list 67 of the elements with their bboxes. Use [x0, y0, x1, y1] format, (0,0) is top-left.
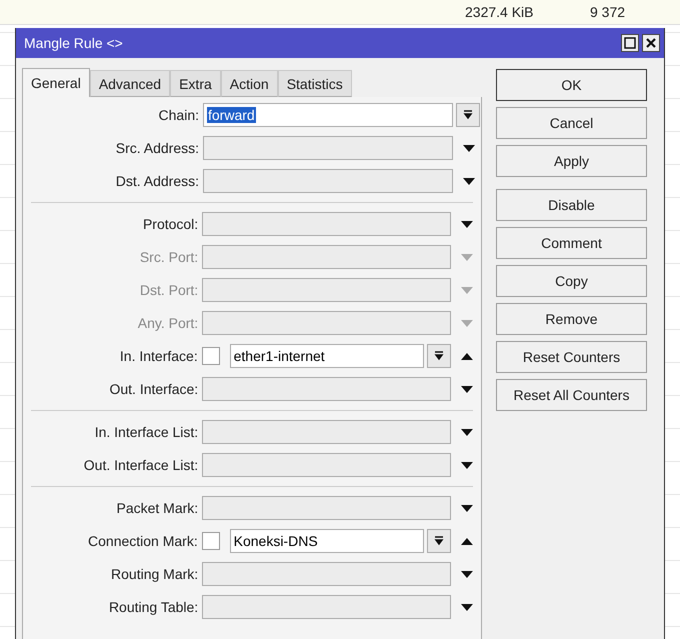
- field-label: In. Interface:: [118, 348, 199, 364]
- field-label: Src. Address:: [114, 140, 200, 156]
- field-label: Src. Port:: [138, 249, 200, 265]
- maximize-button[interactable]: [621, 34, 639, 52]
- input-field[interactable]: forward: [203, 103, 453, 127]
- dropdown-arrow-icon[interactable]: [461, 604, 473, 610]
- input-field[interactable]: [202, 377, 452, 401]
- list-dropdown-icon: [434, 351, 444, 361]
- maximize-icon: [624, 37, 636, 49]
- collapse-arrow-icon[interactable]: [461, 538, 473, 544]
- field-label: Packet Mark:: [115, 500, 200, 516]
- input-field[interactable]: [202, 453, 452, 477]
- tab[interactable]: Extra: [170, 70, 221, 97]
- list-dropdown-icon: [434, 536, 444, 546]
- tab[interactable]: Statistics: [278, 70, 352, 97]
- dropdown-arrow-icon[interactable]: [461, 504, 473, 512]
- tab[interactable]: Advanced: [90, 70, 170, 97]
- dropdown-arrow-icon[interactable]: [463, 144, 475, 152]
- dialog-button[interactable]: OK: [496, 69, 647, 101]
- field-label: Dst. Address:: [114, 173, 200, 189]
- checkbox[interactable]: [202, 347, 220, 365]
- input-field[interactable]: ether1-internet: [230, 344, 424, 368]
- input-field[interactable]: [202, 562, 452, 586]
- dropdown-arrow-icon[interactable]: [463, 178, 475, 184]
- input-field[interactable]: [202, 420, 452, 444]
- dialog-button[interactable]: Comment: [496, 227, 647, 259]
- dialog-button[interactable]: Reset All Counters: [496, 379, 647, 411]
- dropdown-arrow-icon[interactable]: [461, 462, 473, 468]
- tab[interactable]: General: [22, 68, 90, 97]
- dropdown-button[interactable]: [456, 103, 480, 127]
- input-field[interactable]: [203, 136, 453, 160]
- field-label: Out. Interface List:: [82, 457, 200, 473]
- dialog-button[interactable]: Reset Counters: [496, 341, 647, 373]
- field-label: Chain:: [158, 107, 200, 123]
- field-label: Routing Table:: [108, 599, 200, 615]
- dialog-button[interactable]: Disable: [496, 189, 647, 221]
- input-field[interactable]: [202, 212, 452, 236]
- dropdown-arrow-icon[interactable]: [461, 386, 473, 392]
- collapse-arrow-icon[interactable]: [461, 352, 473, 360]
- window-title: Mangle Rule <>: [24, 35, 123, 51]
- field-label: Dst. Port:: [138, 282, 200, 298]
- input-field[interactable]: Koneksi-DNS: [230, 529, 424, 553]
- dropdown-arrow-icon[interactable]: [461, 220, 473, 228]
- input-field[interactable]: [202, 496, 452, 520]
- table-cell: 9 372: [590, 4, 626, 20]
- list-dropdown-icon: [463, 110, 473, 120]
- dialog-button[interactable]: Cancel: [496, 107, 647, 139]
- field-label: Routing Mark:: [110, 566, 200, 582]
- dropdown-button[interactable]: [427, 344, 452, 368]
- dropdown-button[interactable]: [427, 529, 452, 553]
- field-label: Protocol:: [142, 216, 200, 232]
- field-label: In. Interface List:: [94, 424, 200, 440]
- dialog-button[interactable]: Copy: [496, 265, 647, 297]
- table-cell: 2327.4 KiB: [465, 4, 534, 20]
- field-label: Any. Port:: [136, 315, 200, 331]
- input-field[interactable]: [203, 169, 453, 193]
- dialog-button[interactable]: Apply: [496, 145, 647, 177]
- dropdown-arrow-icon[interactable]: [461, 570, 473, 578]
- dropdown-arrow-icon[interactable]: [461, 428, 473, 436]
- field-label: Connection Mark:: [87, 533, 199, 549]
- input-field[interactable]: [202, 595, 452, 619]
- checkbox[interactable]: [202, 532, 220, 550]
- field-label: Out. Interface:: [108, 381, 200, 397]
- close-button[interactable]: [642, 34, 660, 52]
- tab[interactable]: Action: [220, 70, 278, 97]
- dialog-button[interactable]: Remove: [496, 303, 647, 335]
- close-icon: [645, 37, 657, 49]
